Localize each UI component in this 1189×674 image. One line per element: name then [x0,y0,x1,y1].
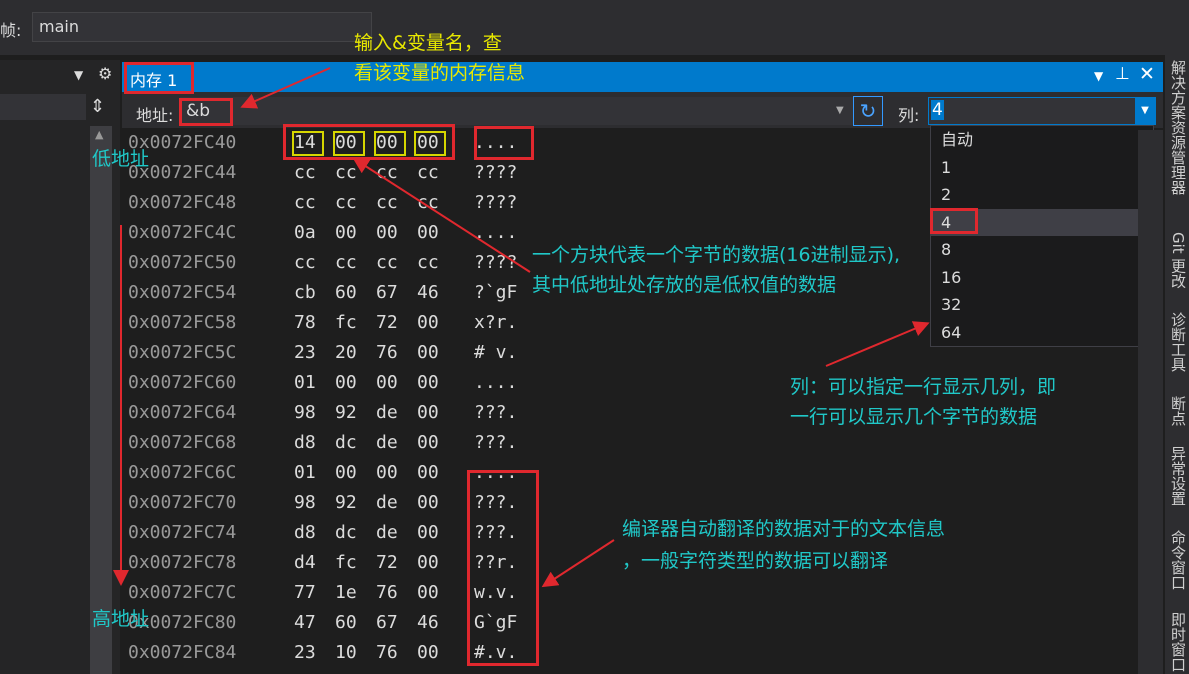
annotation-arrows [113,67,930,588]
arrow-to-bytes [352,157,531,273]
arrow-to-columns [825,321,930,367]
arrow-to-address [240,67,331,109]
arrow-to-ascii [541,539,615,588]
